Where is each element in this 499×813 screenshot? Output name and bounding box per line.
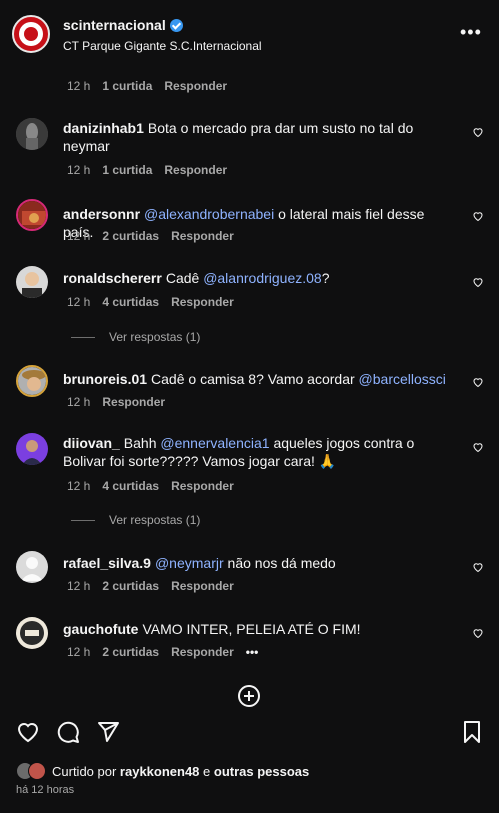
likes-count[interactable]: 1 curtida [102, 163, 152, 177]
post-location[interactable]: CT Parque Gigante S.C.Internacional [63, 39, 262, 53]
comment-meta: 12 h1 curtida Responder [67, 79, 228, 93]
avatar[interactable] [16, 365, 48, 397]
likes-count[interactable]: 1 curtida [102, 79, 152, 93]
comment-username[interactable]: danizinhab1 [63, 120, 144, 136]
more-options-icon[interactable]: ••• [460, 22, 482, 43]
reply-button[interactable]: Responder [164, 163, 227, 177]
comment-meta: 12 h4 curtidas Responder [67, 479, 234, 493]
liked-by[interactable]: Curtido por raykkonen48 e outras pessoas [16, 762, 309, 780]
heart-icon[interactable] [472, 210, 484, 222]
reply-button[interactable]: Responder [164, 79, 227, 93]
comment-meta: 12 h2 curtidas Responder ••• [67, 645, 259, 659]
comment-username[interactable]: rafael_silva.9 [63, 555, 151, 571]
reply-button[interactable]: Responder [171, 295, 234, 309]
comment-more-icon[interactable]: ••• [246, 645, 259, 659]
load-more-comments-icon[interactable] [237, 684, 261, 708]
verified-badge-icon [169, 19, 183, 32]
heart-icon[interactable] [472, 561, 484, 573]
comment-bubble-icon[interactable] [56, 720, 80, 744]
comment-username[interactable]: gauchofute [63, 621, 138, 637]
post-actions [0, 720, 499, 746]
comment-meta: 12 h2 curtidas Responder [67, 229, 234, 243]
reply-button[interactable]: Responder [102, 395, 165, 409]
comment-username[interactable]: brunoreis.01 [63, 371, 147, 387]
mention-link[interactable]: @barcellossci [359, 371, 446, 387]
profile-avatar[interactable] [12, 15, 50, 53]
post-timestamp: há 12 horas [16, 784, 75, 796]
heart-icon[interactable] [472, 627, 484, 639]
comment-username[interactable]: ronaldschererr [63, 270, 162, 286]
heart-icon[interactable] [472, 376, 484, 388]
liked-others[interactable]: outras pessoas [214, 764, 309, 779]
heart-icon[interactable] [472, 126, 484, 138]
view-replies-button[interactable]: Ver respostas (1) [71, 513, 200, 527]
comment-meta: 12 h1 curtida Responder [67, 163, 228, 177]
avatar [28, 762, 46, 780]
reply-button[interactable]: Responder [171, 645, 234, 659]
avatar[interactable] [16, 551, 48, 583]
reply-button[interactable]: Responder [171, 579, 234, 593]
likes-count[interactable]: 2 curtidas [102, 229, 159, 243]
avatar[interactable] [16, 118, 48, 150]
mention-link[interactable]: @alexandrobernabei [144, 206, 274, 222]
comment-meta: 12 h2 curtidas Responder [67, 579, 234, 593]
like-heart-icon[interactable] [16, 720, 40, 744]
avatar[interactable] [16, 266, 48, 298]
likes-count[interactable]: 4 curtidas [102, 295, 159, 309]
avatar[interactable] [16, 433, 48, 465]
bookmark-icon[interactable] [460, 720, 484, 744]
post-header: scinternacional CT Parque Gigante S.C.In… [0, 0, 499, 68]
divider [71, 337, 95, 339]
comment-meta: 12 h4 curtidas Responder [67, 295, 234, 309]
comment-meta: 12 h Responder [67, 395, 166, 409]
mention-link[interactable]: @ennervalencia1 [160, 435, 269, 451]
share-send-icon[interactable] [96, 720, 120, 744]
divider [71, 520, 95, 522]
reply-button[interactable]: Responder [171, 229, 234, 243]
likes-count[interactable]: 2 curtidas [102, 579, 159, 593]
reply-button[interactable]: Responder [171, 479, 234, 493]
liked-username[interactable]: raykkonen48 [120, 764, 200, 779]
heart-icon[interactable] [472, 441, 484, 453]
avatar[interactable] [16, 617, 48, 649]
post-username[interactable]: scinternacional [63, 17, 183, 33]
heart-icon[interactable] [472, 276, 484, 288]
mention-link[interactable]: @alanrodriguez.08 [203, 270, 322, 286]
likes-count[interactable]: 2 curtidas [102, 645, 159, 659]
likes-count[interactable]: 4 curtidas [102, 479, 159, 493]
mention-link[interactable]: @neymarjr [155, 555, 224, 571]
view-replies-button[interactable]: Ver respostas (1) [71, 330, 200, 344]
comment-username[interactable]: andersonnr [63, 206, 140, 222]
comment-username[interactable]: diiovan_ [63, 435, 120, 451]
avatar[interactable] [16, 199, 48, 231]
